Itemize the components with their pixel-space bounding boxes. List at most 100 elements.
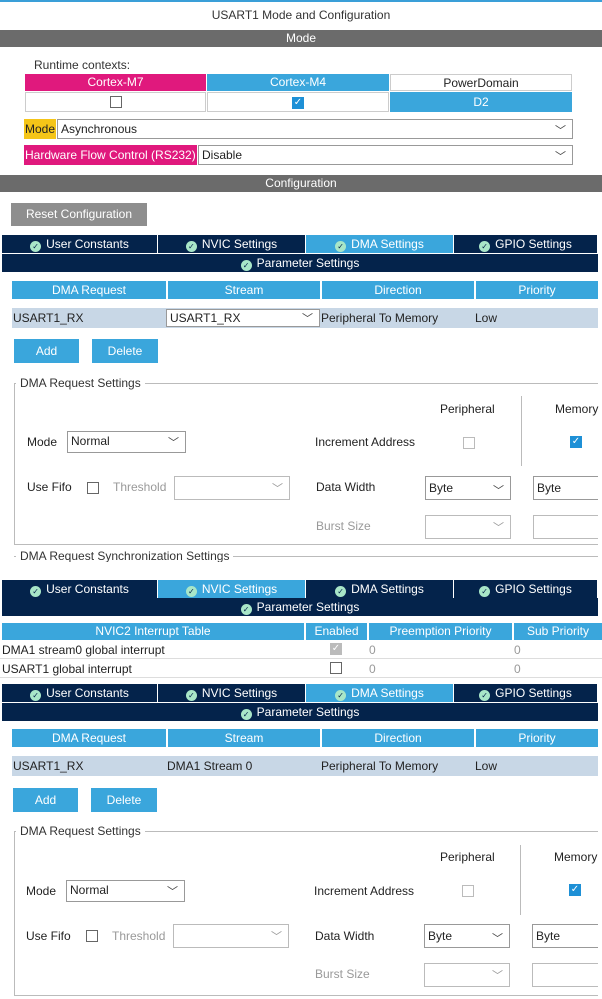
hw-flow-select-value: Disable <box>202 148 243 162</box>
dma-request-settings-legend: DMA Request Settings <box>16 824 145 838</box>
peripheral-burst-select[interactable]: ﹀ <box>425 515 511 539</box>
tab-label: Parameter Settings <box>256 705 360 719</box>
memory-increment-checkbox[interactable]: ✓ <box>570 436 582 448</box>
context-powerdomain-header: PowerDomain <box>390 74 572 91</box>
enabled-checkbox[interactable] <box>330 662 342 674</box>
table-row[interactable]: USART1_RX DMA1 Stream 0 Peripheral To Me… <box>12 756 598 776</box>
dma-request-settings-legend: DMA Request Settings <box>16 376 145 390</box>
peripheral-increment-checkbox[interactable] <box>462 885 474 897</box>
add-button[interactable]: Add <box>13 788 78 812</box>
table-row[interactable]: DMA1 stream0 global interrupt ✓ 0 0 <box>0 641 602 659</box>
delete-button[interactable]: Delete <box>92 339 158 363</box>
memory-burst-select[interactable] <box>532 963 598 987</box>
tab-user-constants[interactable]: ✓ User Constants <box>2 235 158 253</box>
configuration-section-header: Configuration <box>0 175 602 192</box>
row-request: USART1_RX <box>13 311 84 325</box>
increment-address-label: Increment Address <box>314 884 415 898</box>
tab-user-constants[interactable]: ✓ User Constants <box>2 684 158 702</box>
dma-request-settings-panel <box>14 831 598 996</box>
memory-data-width-select[interactable]: Byte <box>533 476 598 500</box>
sub-priority-header: Sub Priority <box>514 623 602 640</box>
threshold-select[interactable]: ﹀ <box>174 476 290 500</box>
panel-top-line-area: DMA Request Settings <box>0 824 598 838</box>
tab-label: NVIC Settings <box>201 686 278 700</box>
row-priority: Low <box>475 311 498 325</box>
tab-parameter-settings[interactable]: ✓ Parameter Settings <box>2 254 598 272</box>
stream-select[interactable]: USART1_RX ﹀ <box>166 309 320 327</box>
memory-increment-checkbox[interactable]: ✓ <box>569 884 581 896</box>
dma-mode-select[interactable]: Normal ﹀ <box>66 880 185 902</box>
memory-width-value: Byte <box>536 929 561 943</box>
tab-label: Parameter Settings <box>256 600 360 614</box>
check-circle-icon: ✓ <box>479 241 491 252</box>
peripheral-burst-select[interactable]: ﹀ <box>424 963 510 987</box>
peripheral-data-width-select[interactable]: Byte ﹀ <box>425 476 511 500</box>
check-circle-icon: ✓ <box>30 586 42 597</box>
tab-dma-settings[interactable]: ✓ DMA Settings <box>306 235 454 253</box>
peripheral-data-width-select[interactable]: Byte ﹀ <box>424 924 510 948</box>
tab-dma-settings[interactable]: ✓ DMA Settings <box>306 580 454 598</box>
row-priority: Low <box>475 759 498 773</box>
reset-configuration-button[interactable]: Reset Configuration <box>11 203 147 226</box>
chevron-down-icon: ﹀ <box>492 970 503 982</box>
row-direction: Peripheral To Memory <box>321 311 439 325</box>
tab-label: DMA Settings <box>351 686 424 700</box>
check-circle-icon: ✓ <box>335 690 347 701</box>
tab-label: DMA Settings <box>351 582 424 596</box>
tab-nvic-settings[interactable]: ✓ NVIC Settings <box>158 580 306 598</box>
hw-flow-select[interactable]: Disable ﹀ <box>198 145 573 165</box>
memory-burst-select[interactable] <box>533 515 598 539</box>
check-circle-icon: ✓ <box>240 709 252 720</box>
tab-gpio-settings[interactable]: ✓ GPIO Settings <box>454 235 598 253</box>
peripheral-increment-checkbox[interactable] <box>463 437 475 449</box>
tab-user-constants[interactable]: ✓ User Constants <box>2 580 158 598</box>
threshold-select[interactable]: ﹀ <box>173 924 289 948</box>
dma-mode-value: Normal <box>70 883 109 897</box>
delete-button[interactable]: Delete <box>91 788 157 812</box>
tab-nvic-settings[interactable]: ✓ NVIC Settings <box>158 235 306 253</box>
check-circle-icon: ✓ <box>479 586 491 597</box>
cortex-m7-checkbox[interactable] <box>109 96 122 108</box>
check-circle-icon: ✓ <box>479 690 491 701</box>
hw-flow-label: Hardware Flow Control (RS232) <box>24 145 197 165</box>
tab-dma-settings[interactable]: ✓ DMA Settings <box>306 684 454 702</box>
tab-gpio-settings[interactable]: ✓ GPIO Settings <box>454 684 598 702</box>
table-row[interactable]: USART1_RX USART1_RX ﹀ Peripheral To Memor… <box>12 308 598 328</box>
add-button[interactable]: Add <box>14 339 79 363</box>
tab-nvic-settings[interactable]: ✓ NVIC Settings <box>158 684 306 702</box>
dma-mode-select[interactable]: Normal ﹀ <box>67 431 186 453</box>
mode-select[interactable]: Asynchronous ﹀ <box>57 119 573 139</box>
chevron-down-icon: ﹀ <box>168 437 179 449</box>
use-fifo-checkbox[interactable] <box>86 930 98 942</box>
use-fifo-checkbox[interactable] <box>87 482 99 494</box>
direction-header: Direction <box>322 281 474 299</box>
sub-priority-value: 0 <box>514 643 521 657</box>
check-circle-icon: ✓ <box>240 604 252 615</box>
table-row[interactable]: USART1 global interrupt 0 0 <box>0 660 602 678</box>
memory-data-width-select[interactable]: Byte <box>532 924 598 948</box>
tab-gpio-settings[interactable]: ✓ GPIO Settings <box>454 580 598 598</box>
peripheral-column-label: Peripheral <box>440 850 495 864</box>
threshold-label: Threshold <box>112 929 166 943</box>
chevron-down-icon: ﹀ <box>272 483 283 495</box>
powerdomain-value[interactable]: D2 <box>390 92 572 112</box>
dma-mode-value: Normal <box>71 434 110 448</box>
enabled-checkbox[interactable]: ✓ <box>330 643 342 655</box>
divider <box>520 845 521 915</box>
check-circle-icon: ✓ <box>240 260 252 271</box>
chevron-down-icon: ﹀ <box>555 151 566 163</box>
burst-size-label: Burst Size <box>315 967 370 981</box>
burst-size-label: Burst Size <box>316 519 371 533</box>
tab-parameter-settings[interactable]: ✓ Parameter Settings <box>2 598 598 616</box>
chevron-down-icon: ﹀ <box>555 125 566 137</box>
chevron-down-icon: ﹀ <box>271 931 282 943</box>
check-circle-icon: ✓ <box>335 586 347 597</box>
row-stream: DMA1 Stream 0 <box>167 759 253 773</box>
direction-header: Direction <box>322 729 474 747</box>
tab-parameter-settings[interactable]: ✓ Parameter Settings <box>2 703 598 721</box>
preemption-value: 0 <box>369 643 376 657</box>
cortex-m4-checkbox[interactable]: ✓ <box>292 97 304 109</box>
increment-address-label: Increment Address <box>315 435 416 449</box>
priority-header: Priority <box>476 281 598 299</box>
chevron-down-icon: ﹀ <box>492 933 503 945</box>
